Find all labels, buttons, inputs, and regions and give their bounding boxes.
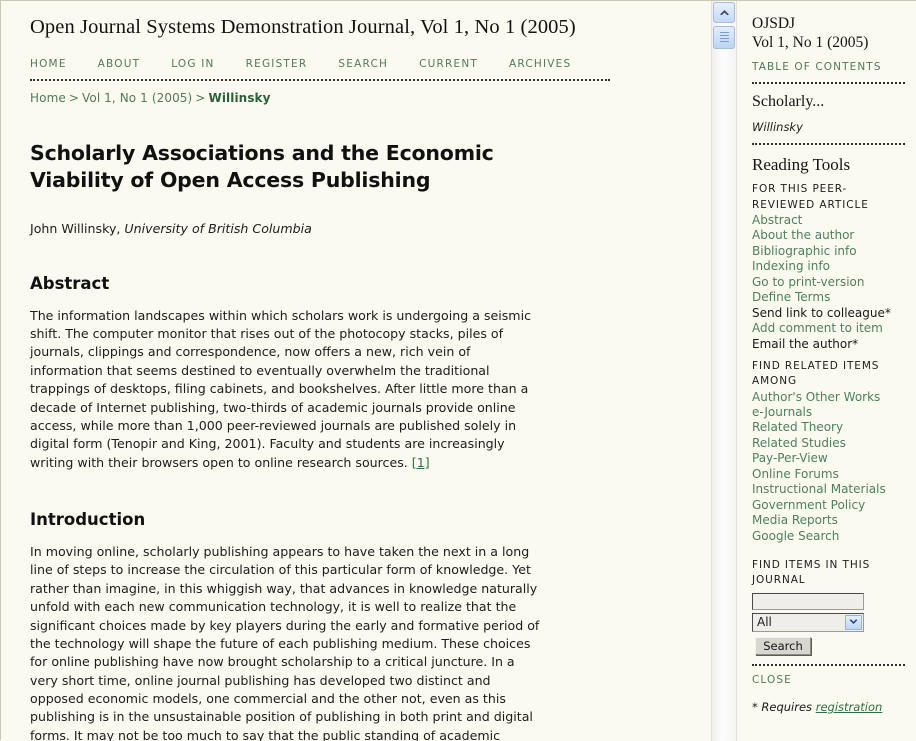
- tool-link-define-terms[interactable]: Define Terms: [752, 290, 905, 305]
- journal-search-button[interactable]: Search: [755, 636, 811, 655]
- abstract-text: The information landscapes within which …: [30, 307, 546, 472]
- nav-item-log-in[interactable]: LOG IN: [171, 58, 214, 70]
- nav-item-archives[interactable]: ARCHIVES: [509, 58, 571, 70]
- tool-link-abstract[interactable]: Abstract: [752, 213, 905, 228]
- footnote-link-1[interactable]: [1]: [412, 455, 430, 470]
- vertical-scrollbar[interactable]: [711, 1, 737, 741]
- article-byline: John Willinsky, University of British Co…: [30, 221, 683, 236]
- breadcrumb: Home > Vol 1, No 1 (2005) > Willinsky: [30, 91, 683, 105]
- related-link-pay-per-view[interactable]: Pay-Per-View: [752, 451, 905, 466]
- related-link-media-reports[interactable]: Media Reports: [752, 513, 905, 528]
- article-title: Scholarly Associations and the Economic …: [30, 140, 494, 192]
- nav-item-about[interactable]: ABOUT: [98, 58, 141, 70]
- related-link-google-search[interactable]: Google Search: [752, 529, 905, 544]
- introduction-text: In moving online, scholarly publishing a…: [30, 544, 540, 741]
- find-related-items-label: FIND RELATED ITEMS AMONG: [752, 360, 880, 388]
- journal-title: Open Journal Systems Demonstration Journ…: [30, 16, 576, 38]
- table-of-contents-link[interactable]: TABLE OF CONTENTS: [752, 61, 905, 73]
- abstract-body: The information landscapes within which …: [30, 307, 532, 470]
- breadcrumb-current: Willinsky: [208, 90, 271, 105]
- sidebar-divider-2: [752, 143, 905, 146]
- tool-link-email-the-author[interactable]: Email the author*: [752, 337, 905, 352]
- journal-article-page: Open Journal Systems Demonstration Journ…: [0, 0, 916, 741]
- author-name: John Willinsky,: [30, 220, 121, 236]
- breadcrumb-home[interactable]: Home: [30, 91, 66, 105]
- nav-item-search[interactable]: SEARCH: [338, 58, 388, 70]
- sidebar-article-author: Willinsky: [752, 120, 803, 135]
- breadcrumb-separator: >: [195, 90, 206, 105]
- requires-registration-note: * Requires registration: [752, 700, 905, 714]
- reading-tools-sidebar: OJSDJ Vol 1, No 1 (2005) TABLE OF CONTEN…: [738, 1, 916, 741]
- related-link-instructional-materials[interactable]: Instructional Materials: [752, 482, 905, 497]
- author-affiliation: University of British Columbia: [124, 220, 312, 236]
- registration-link[interactable]: registration: [816, 700, 883, 714]
- reading-tools-heading: Reading Tools: [752, 155, 851, 175]
- related-link-authors-other-works[interactable]: Author's Other Works: [752, 390, 905, 405]
- related-link-e-journals[interactable]: e-Journals: [752, 405, 905, 420]
- breadcrumb-issue[interactable]: Vol 1, No 1 (2005): [82, 91, 192, 105]
- tool-link-indexing-info[interactable]: Indexing info: [752, 259, 905, 274]
- nav-item-current[interactable]: CURRENT: [419, 58, 478, 70]
- header-divider: [30, 78, 610, 81]
- related-link-related-theory[interactable]: Related Theory: [752, 420, 905, 435]
- related-item-links: Author's Other Works e-Journals Related …: [752, 390, 905, 545]
- for-this-article-label: FOR THIS PEER-REVIEWED ARTICLE: [752, 183, 869, 211]
- related-link-online-forums[interactable]: Online Forums: [752, 467, 905, 482]
- chevron-up-icon: [719, 9, 730, 16]
- tool-link-about-the-author[interactable]: About the author: [752, 228, 905, 243]
- journal-search-scope-select[interactable]: All: [752, 612, 864, 632]
- tool-link-send-link-to-colleague[interactable]: Send link to colleague*: [752, 306, 905, 321]
- nav-item-home[interactable]: HOME: [30, 58, 67, 70]
- requires-prefix: * Requires: [752, 699, 813, 714]
- chevron-down-icon[interactable]: [845, 614, 862, 630]
- related-link-government-policy[interactable]: Government Policy: [752, 498, 905, 513]
- main-content-column: Open Journal Systems Demonstration Journ…: [1, 1, 707, 741]
- close-reading-tools-link[interactable]: CLOSE: [752, 674, 905, 686]
- grip-lines-icon: [719, 31, 729, 44]
- sidebar-divider-1: [752, 82, 905, 85]
- tool-link-go-to-print-version[interactable]: Go to print-version: [752, 275, 905, 290]
- sidebar-journal-abbrev: OJSDJ: [752, 15, 796, 32]
- sidebar-article-short-title: Scholarly...: [752, 93, 825, 111]
- scrollbar-track[interactable]: [712, 49, 736, 741]
- find-items-in-journal-label: FIND ITEMS IN THIS JOURNAL: [752, 559, 871, 587]
- scroll-up-button[interactable]: [713, 2, 735, 23]
- primary-navigation: HOME ABOUT LOG IN REGISTER SEARCH CURREN…: [30, 58, 683, 70]
- sidebar-journal-header: OJSDJ Vol 1, No 1 (2005): [752, 14, 905, 52]
- tool-link-add-comment-to-item[interactable]: Add comment to item: [752, 321, 905, 336]
- introduction-heading: Introduction: [30, 510, 146, 530]
- tool-link-bibliographic-info[interactable]: Bibliographic info: [752, 244, 905, 259]
- abstract-heading: Abstract: [30, 273, 110, 293]
- reading-tool-links: Abstract About the author Bibliographic …: [752, 213, 905, 352]
- related-link-related-studies[interactable]: Related Studies: [752, 436, 905, 451]
- scrollbar-thumb[interactable]: [713, 26, 735, 49]
- nav-item-register[interactable]: REGISTER: [246, 58, 308, 70]
- journal-search-input[interactable]: [752, 592, 864, 610]
- sidebar-issue: Vol 1, No 1 (2005): [752, 34, 869, 52]
- breadcrumb-separator: >: [68, 90, 79, 105]
- sidebar-divider-3: [752, 663, 905, 666]
